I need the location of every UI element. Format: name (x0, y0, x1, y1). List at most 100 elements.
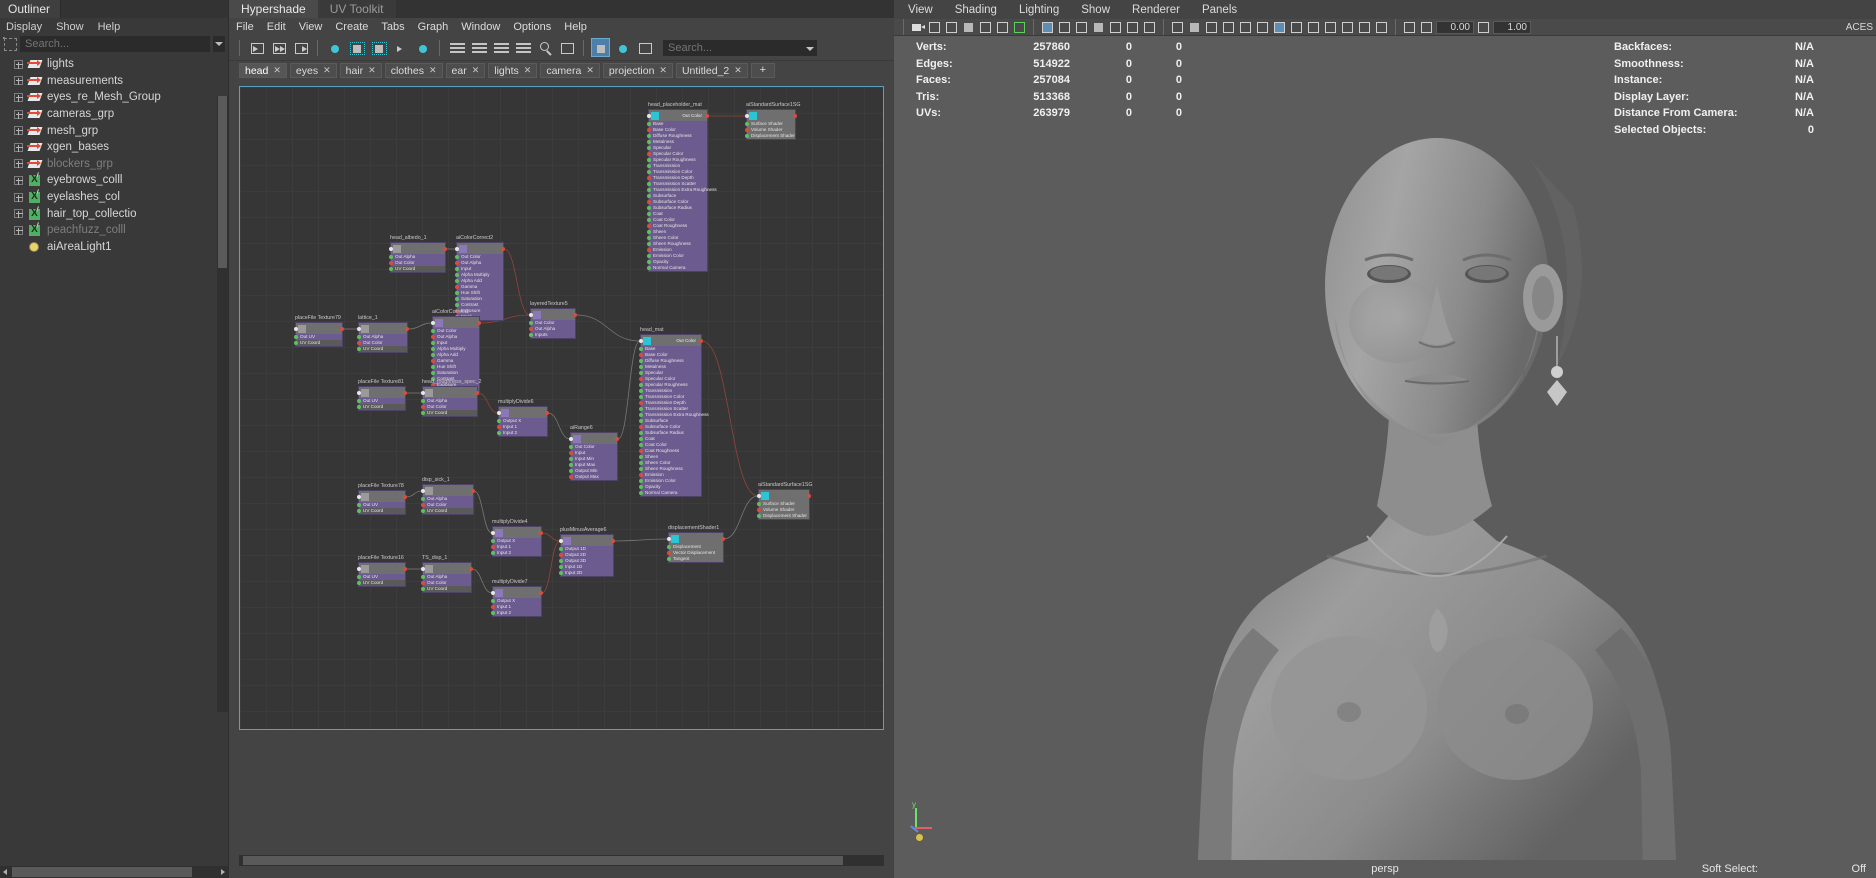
node-body[interactable]: DisplacementVector DisplacementTangent (668, 532, 724, 563)
exposure-icon[interactable] (1476, 20, 1491, 35)
node-output-port[interactable] (443, 247, 447, 251)
attribute-port[interactable] (529, 321, 533, 325)
node-input-port[interactable] (357, 495, 361, 499)
node-body[interactable]: Out UVUV Coord (358, 562, 406, 587)
attribute-port[interactable] (639, 347, 643, 351)
attribute-port[interactable] (647, 194, 651, 198)
attribute-port[interactable] (647, 266, 651, 270)
node-input-port[interactable] (745, 114, 749, 118)
hypershade-search-input[interactable] (663, 40, 803, 56)
outliner-item[interactable]: lights (0, 56, 228, 73)
tab-hypershade[interactable]: Hypershade (229, 0, 318, 18)
menu-renderer[interactable]: Renderer (1132, 4, 1180, 16)
menu-window[interactable]: Window (461, 21, 500, 33)
node-attribute[interactable]: Displacement Shader (747, 133, 795, 139)
node-attribute[interactable]: Input 2 (499, 430, 547, 436)
attribute-port[interactable] (357, 405, 361, 409)
menu-lighting[interactable]: Lighting (1019, 4, 1059, 16)
node-body[interactable]: Out ColorInputInput MinInput MaxOutput M… (570, 432, 618, 481)
node-output-port[interactable] (539, 591, 543, 595)
node-body[interactable]: Out ColorOut AlphaInputs (530, 308, 576, 339)
attribute-port[interactable] (639, 467, 643, 471)
outliner-vertical-scrollbar[interactable] (217, 96, 228, 712)
node-input-port[interactable] (667, 537, 671, 541)
outliner-item[interactable]: measurements (0, 73, 228, 90)
node-attribute[interactable]: Displacement Shader (759, 513, 809, 519)
node-output-port[interactable] (705, 114, 709, 118)
node-output-port[interactable] (539, 531, 543, 535)
close-icon[interactable]: ✕ (524, 65, 532, 76)
expand-icon[interactable] (14, 176, 23, 185)
attribute-port[interactable] (647, 188, 651, 192)
node-display-icon[interactable] (635, 38, 654, 57)
shader-node[interactable]: aiStandardSurface1SGSurface ShaderVolume… (758, 482, 810, 520)
attribute-port[interactable] (647, 128, 651, 132)
attribute-port[interactable] (431, 359, 435, 363)
smooth-shade-icon[interactable] (1187, 20, 1202, 35)
outliner-item[interactable]: xgen_bases (0, 139, 228, 156)
expand-icon[interactable] (14, 93, 23, 102)
attribute-port[interactable] (559, 559, 563, 563)
attribute-port[interactable] (745, 134, 749, 138)
attribute-port[interactable] (667, 551, 671, 555)
menu-create[interactable]: Create (335, 21, 368, 33)
close-icon[interactable]: ✕ (368, 65, 376, 76)
use-default-light-icon[interactable] (1289, 20, 1304, 35)
outliner-item[interactable]: Xpeachfuzz_colll (0, 222, 228, 239)
menu-shading[interactable]: Shading (955, 4, 997, 16)
attribute-port[interactable] (431, 365, 435, 369)
viewport-canvas[interactable]: Verts:25786000Edges:51492200Faces:257084… (894, 36, 1876, 878)
layout-horizontal-icon[interactable] (447, 38, 466, 57)
attribute-port[interactable] (647, 134, 651, 138)
node-output-port[interactable] (403, 495, 407, 499)
attribute-port[interactable] (357, 509, 361, 513)
graph-input-output-connections-icon[interactable] (269, 38, 288, 57)
attribute-port[interactable] (647, 140, 651, 144)
attribute-port[interactable] (421, 575, 425, 579)
attribute-port[interactable] (455, 267, 459, 271)
node-attribute[interactable]: Normal Camera (649, 265, 707, 271)
attribute-port[interactable] (639, 401, 643, 405)
scrollbar-thumb[interactable] (243, 856, 843, 865)
shader-node[interactable]: aiStandardSurface1SGSurface ShaderVolume… (746, 102, 796, 140)
attribute-port[interactable] (389, 267, 393, 271)
menu-help[interactable]: Help (98, 21, 121, 33)
bookmark-icon[interactable] (961, 20, 976, 35)
attribute-port[interactable] (294, 341, 298, 345)
menu-panels[interactable]: Panels (1202, 4, 1237, 16)
attribute-port[interactable] (647, 260, 651, 264)
shader-node[interactable]: head_roughness_spec_2Out AlphaOut ColorU… (422, 379, 478, 417)
node-input-port[interactable] (569, 437, 573, 441)
node-output-port[interactable] (403, 567, 407, 571)
shader-node[interactable]: disp_sick_1Out AlphaOut ColorUV Coord (422, 477, 474, 515)
attribute-port[interactable] (497, 425, 501, 429)
tab-uv-toolkit[interactable]: UV Toolkit (318, 0, 396, 18)
attribute-port[interactable] (559, 571, 563, 575)
attribute-port[interactable] (639, 371, 643, 375)
attribute-port[interactable] (639, 365, 643, 369)
close-icon[interactable]: ✕ (429, 65, 437, 76)
attribute-port[interactable] (757, 514, 761, 518)
outliner-item[interactable]: cameras_grp (0, 106, 228, 123)
node-body[interactable]: Out UVUV Coord (358, 490, 406, 515)
expand-icon[interactable] (14, 143, 23, 152)
node-output-port[interactable] (611, 539, 615, 543)
node-output-port[interactable] (403, 391, 407, 395)
shader-node[interactable]: head_placeholder_matOut ColorBaseBase Co… (648, 102, 708, 272)
shader-node[interactable]: lattice_1Out AlphaOut ColorUV Coord (358, 315, 408, 353)
node-body[interactable]: Out ColorBaseBase ColorDiffuse Roughness… (640, 334, 702, 497)
attribute-port[interactable] (647, 176, 651, 180)
attribute-port[interactable] (559, 553, 563, 557)
node-input-port[interactable] (357, 391, 361, 395)
xray-joints-icon[interactable] (1255, 20, 1270, 35)
remove-selected-from-graph-icon[interactable] (369, 38, 388, 57)
node-body[interactable]: Out AlphaOut ColorUV Coord (422, 484, 474, 515)
node-output-port[interactable] (699, 339, 703, 343)
attribute-port[interactable] (647, 122, 651, 126)
attribute-port[interactable] (647, 164, 651, 168)
menu-display[interactable]: Display (6, 21, 42, 33)
node-body[interactable]: Out AlphaOut ColorUV Coord (422, 386, 478, 417)
attribute-port[interactable] (647, 224, 651, 228)
node-input-port[interactable] (431, 321, 435, 325)
shader-node[interactable]: head_albedo_1Out AlphaOut ColorUV Coord (390, 235, 446, 273)
